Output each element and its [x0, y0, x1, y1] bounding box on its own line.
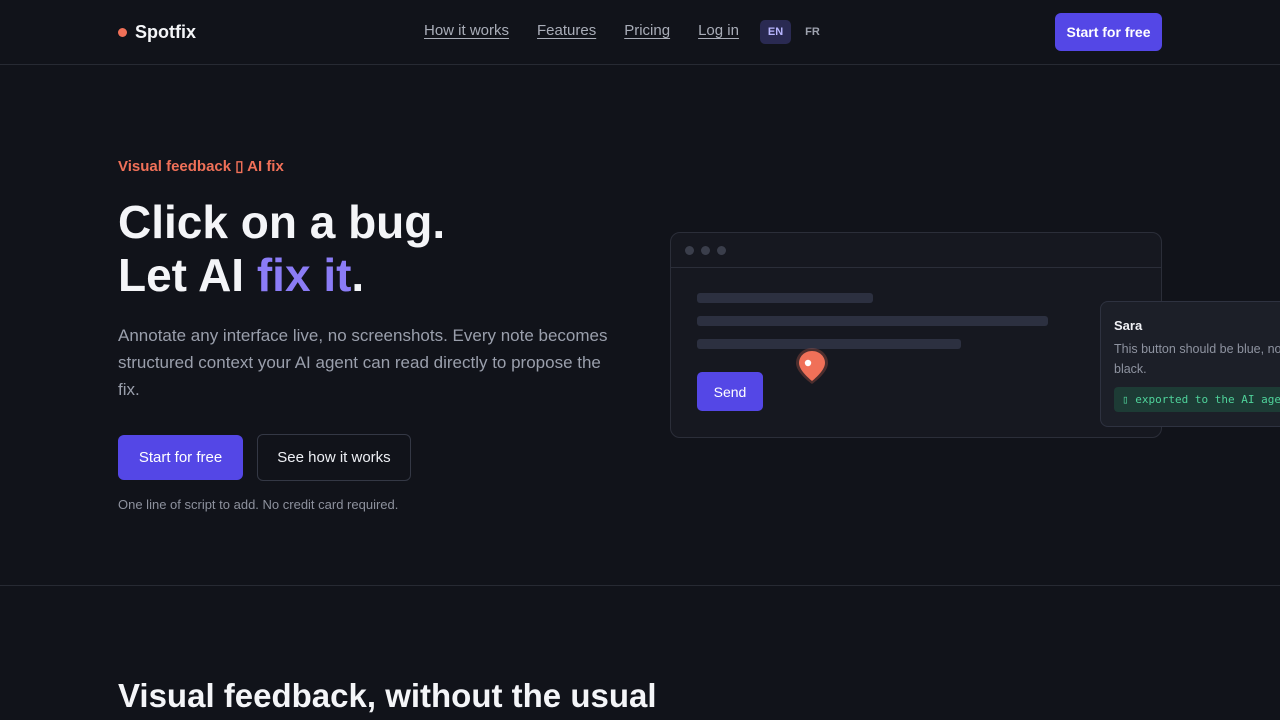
hero-eyebrow: Visual feedback ▯ AI fix — [118, 158, 284, 175]
nav-link-pricing[interactable]: Pricing — [624, 22, 670, 39]
nav-links: How it works Features Pricing Log in — [424, 22, 739, 39]
comment-author: Sara — [1114, 318, 1143, 333]
hero-note: One line of script to add. No credit car… — [118, 497, 399, 512]
hero-headline: Click on a bug. Let AI fix it. — [118, 196, 445, 302]
nav-link-how-it-works[interactable]: How it works — [424, 22, 509, 39]
section-divider — [0, 585, 1280, 586]
section-title: Visual feedback, without the usual — [118, 677, 657, 714]
headline-line-2-prefix: Let AI — [118, 249, 257, 301]
window-dot-icon — [717, 245, 726, 255]
headline-line-2-suffix: . — [351, 249, 365, 301]
skeleton-line — [697, 293, 873, 303]
window-dot-icon — [685, 245, 694, 255]
mockup-window-bar — [671, 233, 1161, 268]
map-pin-icon[interactable] — [794, 346, 830, 386]
nav-link-features[interactable]: Features — [537, 22, 596, 39]
language-en-button[interactable]: EN — [760, 20, 791, 44]
top-nav: Spotfix How it works Features Pricing Lo… — [0, 0, 1280, 65]
nav-link-log-in[interactable]: Log in — [698, 22, 739, 39]
mockup-send-button[interactable]: Send — [697, 372, 763, 411]
headline-line-1: Click on a bug. — [118, 196, 446, 248]
see-how-it-works-button[interactable]: See how it works — [257, 434, 411, 481]
window-dot-icon — [701, 245, 710, 255]
brand-dot-icon — [118, 27, 127, 37]
comment-text: This button should be blue, not black. — [1114, 342, 1280, 376]
browser-mockup: Send — [670, 232, 1162, 438]
comment-card: Sara This button should be blue, not bla… — [1100, 301, 1280, 427]
language-switcher: EN FR — [760, 20, 828, 44]
ai-export-badge: ▯ exported to the AI agent — [1114, 387, 1280, 412]
brand-logo[interactable]: Spotfix — [118, 21, 196, 43]
language-fr-button[interactable]: FR — [797, 20, 828, 44]
headline-accent: fix it — [256, 249, 352, 301]
skeleton-line — [697, 316, 1048, 326]
brand-name: Spotfix — [135, 21, 196, 42]
hero-lead: Annotate any interface live, no screensh… — [118, 326, 608, 399]
hero-start-free-button[interactable]: Start for free — [118, 435, 243, 480]
nav-start-free-button[interactable]: Start for free — [1055, 13, 1162, 51]
